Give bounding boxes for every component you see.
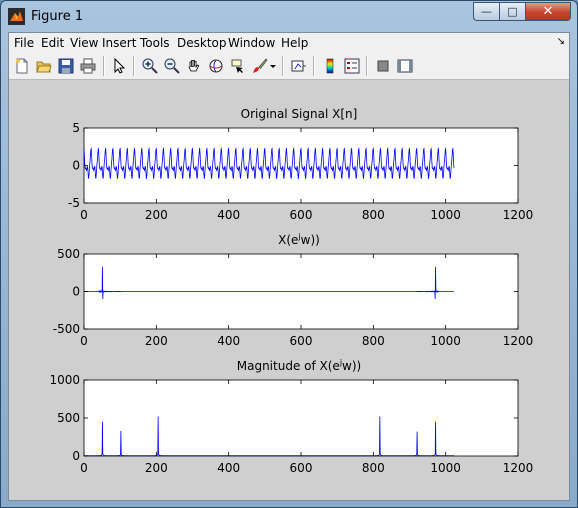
brush-icon[interactable] [250, 56, 270, 76]
x-tick-label: 800 [362, 461, 385, 475]
x-tick-label: 400 [217, 461, 240, 475]
x-tick-label: 200 [145, 208, 168, 222]
open-file-icon[interactable] [34, 56, 54, 76]
y-tick-label: -500 [53, 322, 80, 336]
pan-hand-icon[interactable] [184, 56, 204, 76]
axes-2-title-prefix: X(e [278, 233, 298, 247]
dock-arrow-icon[interactable]: ↘ [557, 36, 565, 47]
subplot-magnitude: Magnitude of X(ejw)) 0 200 400 600 800 1000 12… [49, 358, 533, 475]
brush-dropdown-icon[interactable] [268, 56, 278, 76]
minimize-icon: — [481, 5, 492, 18]
menu-view[interactable]: View [70, 36, 98, 50]
axes-3-title: Magnitude of X(ejw)) [237, 358, 361, 373]
minimize-button[interactable]: — [473, 2, 499, 21]
x-tick-label: 1200 [503, 334, 534, 348]
figure-plot-area: Original Signal X[n] 0 200 400 600 800 1000 12… [49, 107, 534, 475]
maximize-icon: □ [507, 5, 518, 18]
x-tick-label: 0 [80, 334, 88, 348]
menu-file[interactable]: File [14, 36, 34, 50]
hide-plot-tools-icon[interactable] [373, 56, 393, 76]
axes-1-title: Original Signal X[n] [241, 107, 358, 121]
menu-insert[interactable]: Insert [102, 36, 136, 50]
y-tick-label: 0 [72, 159, 80, 173]
toolbar-separator [313, 56, 315, 76]
y-tick-label: 500 [57, 247, 80, 261]
select-arrow-icon[interactable] [109, 56, 129, 76]
axes-2-title-suffix: w)) [301, 233, 320, 247]
rotate-3d-icon[interactable] [206, 56, 226, 76]
link-plot-icon[interactable] [289, 56, 309, 76]
insert-legend-icon[interactable] [342, 56, 362, 76]
axes-2-title: X(ejw)) [278, 232, 320, 247]
menu-edit[interactable]: Edit [41, 36, 64, 50]
figure-toolbar [9, 53, 569, 80]
menu-help[interactable]: Help [281, 36, 308, 50]
x-tick-label: 800 [362, 208, 385, 222]
figure-client-area: File Edit View Insert Tools Desktop Wind… [8, 32, 570, 501]
y-tick-label: 0 [72, 285, 80, 299]
x-tick-label: 600 [290, 461, 313, 475]
menubar: File Edit View Insert Tools Desktop Wind… [9, 33, 569, 53]
insert-colorbar-icon[interactable] [320, 56, 340, 76]
menu-window[interactable]: Window [228, 36, 275, 50]
subplot-dtft: X(ejw)) 0 200 400 600 800 1000 12005000-500 [53, 232, 534, 348]
x-tick-label: 200 [145, 461, 168, 475]
window-title: Figure 1 [31, 9, 84, 24]
x-tick-label: 200 [145, 334, 168, 348]
save-icon[interactable] [56, 56, 76, 76]
axes-3-title-suffix: w)) [342, 359, 361, 373]
data-cursor-icon[interactable] [228, 56, 248, 76]
y-tick-label: 500 [57, 411, 80, 425]
x-tick-label: 800 [362, 334, 385, 348]
menu-desktop[interactable]: Desktop [177, 36, 227, 50]
print-icon[interactable] [78, 56, 98, 76]
y-tick-label: 1000 [49, 373, 80, 387]
figure-window: Figure 1 — □ ✕ File Edit View Insert Too… [0, 0, 578, 508]
x-tick-label: 1200 [503, 208, 534, 222]
new-figure-icon[interactable] [12, 56, 32, 76]
zoom-out-icon[interactable] [162, 56, 182, 76]
subplot-original-signal: Original Signal X[n] 0 200 400 600 800 1000 12… [68, 107, 533, 222]
y-tick-label: -5 [68, 196, 80, 210]
show-plot-tools-icon[interactable] [395, 56, 415, 76]
x-tick-label: 0 [80, 208, 88, 222]
axes-3-box[interactable] [83, 379, 519, 457]
axes-1-box[interactable] [83, 127, 519, 204]
maximize-button[interactable]: □ [499, 2, 525, 21]
y-tick-label: 0 [72, 449, 80, 463]
close-icon: ✕ [542, 4, 554, 19]
title-bar[interactable]: Figure 1 — □ ✕ [1, 1, 577, 33]
x-tick-label: 0 [80, 461, 88, 475]
x-tick-label: 600 [290, 334, 313, 348]
toolbar-separator [133, 56, 135, 76]
toolbar-separator [366, 56, 368, 76]
x-tick-label: 400 [217, 208, 240, 222]
zoom-in-icon[interactable] [140, 56, 160, 76]
close-button[interactable]: ✕ [525, 2, 571, 21]
y-tick-label: 5 [72, 121, 80, 135]
toolbar-separator [103, 56, 105, 76]
matlab-app-icon [8, 8, 25, 25]
toolbar-separator [282, 56, 284, 76]
menu-tools[interactable]: Tools [140, 36, 170, 50]
x-tick-label: 400 [217, 334, 240, 348]
x-tick-label: 1000 [430, 334, 461, 348]
x-tick-label: 1000 [430, 461, 461, 475]
x-tick-label: 1000 [430, 208, 461, 222]
x-tick-label: 1200 [503, 461, 534, 475]
axes-3-title-prefix: Magnitude of X(e [237, 359, 340, 373]
x-tick-label: 600 [290, 208, 313, 222]
